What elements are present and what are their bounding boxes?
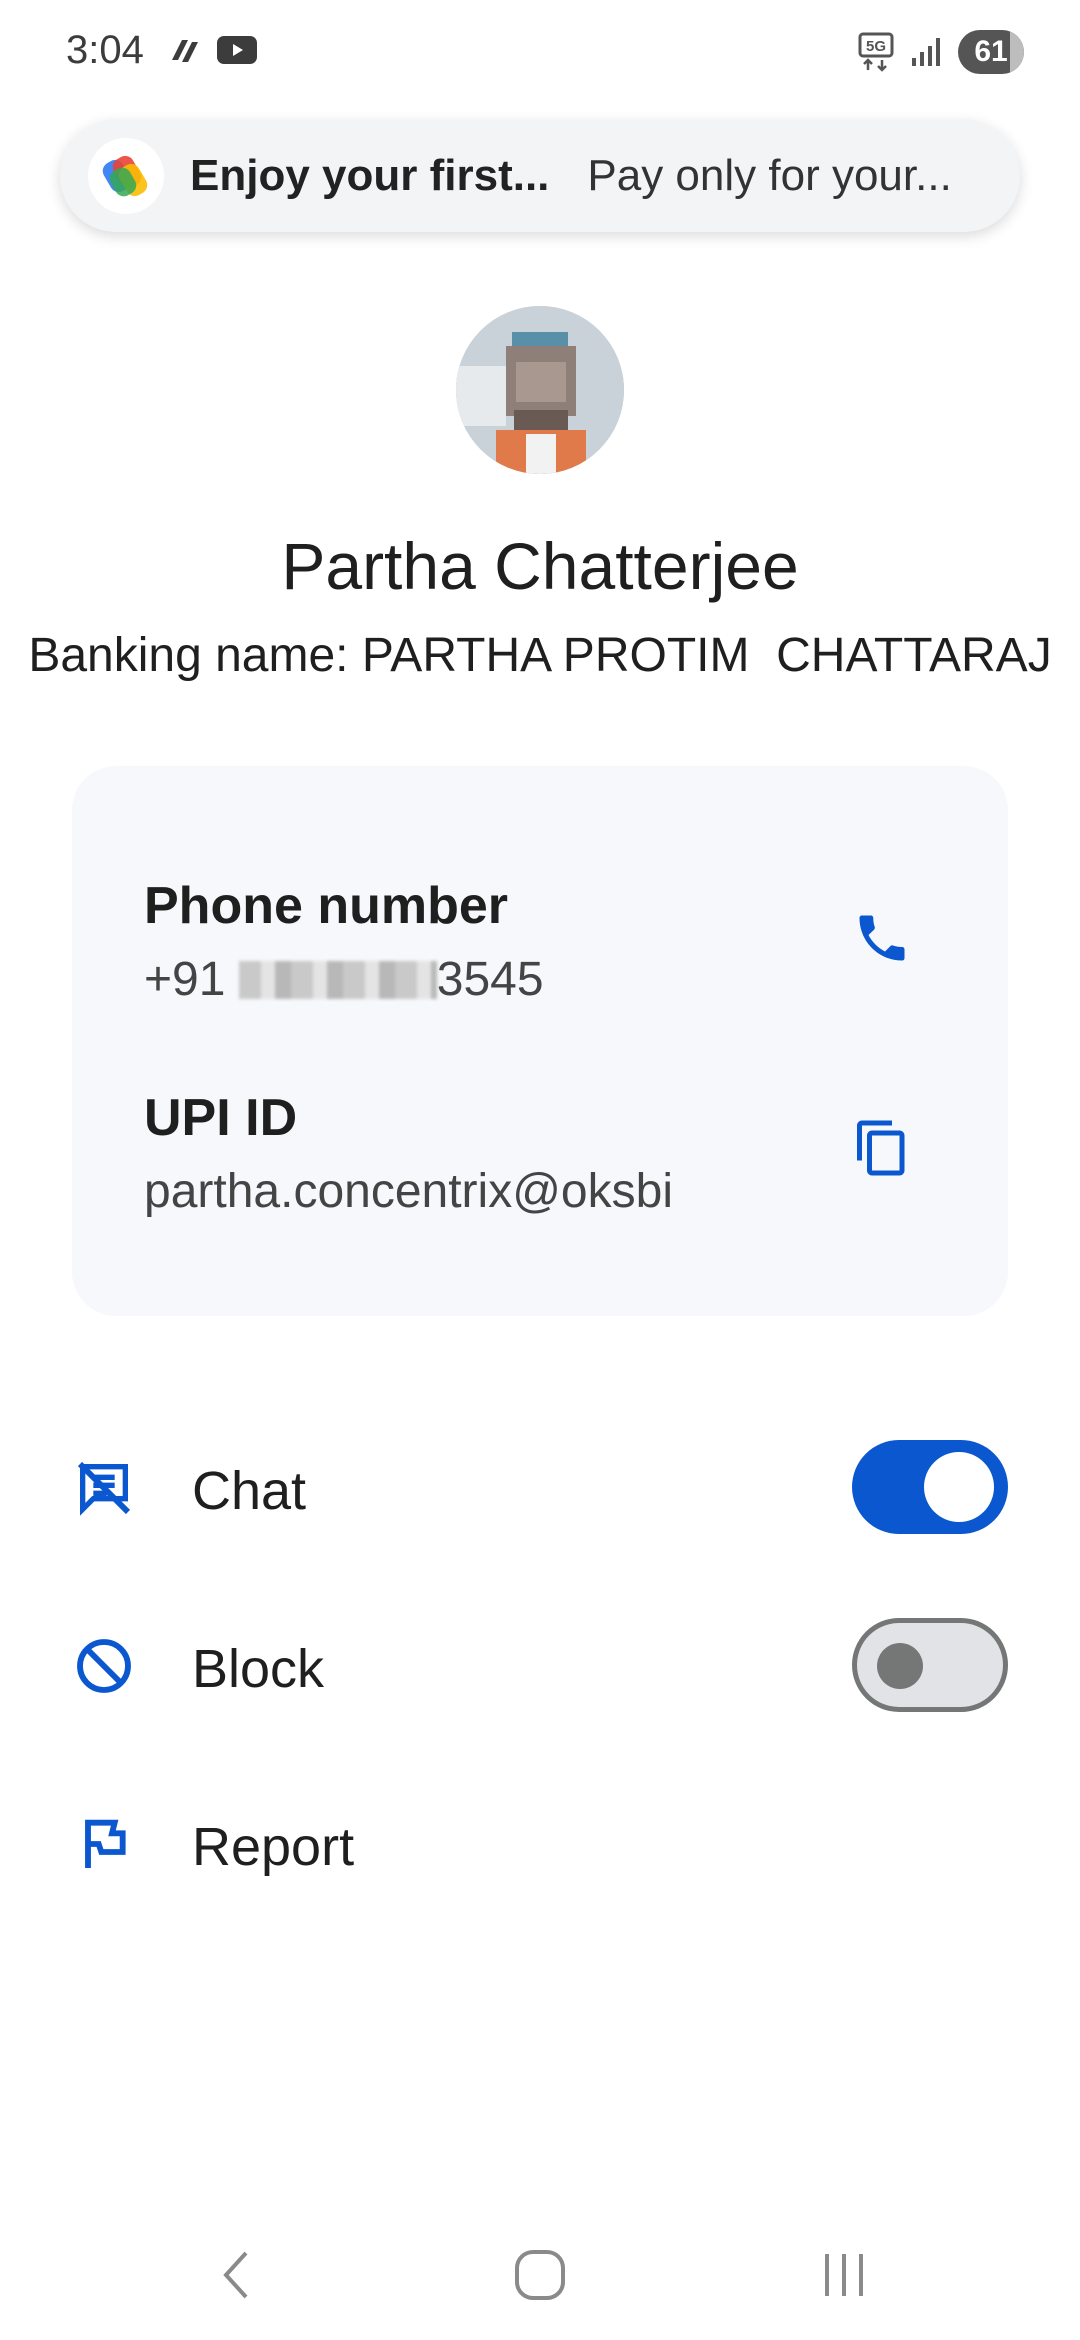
system-nav-bar [0,2200,1080,2340]
battery-icon: 61 [958,30,1024,74]
phone-redacted [238,961,437,999]
status-bar: 3:04 5G 61 [0,0,1080,110]
copy-upi-button[interactable] [844,1110,920,1186]
google-pay-logo [88,138,164,214]
back-icon [223,2251,248,2299]
promo-title: Enjoy your first... [190,151,550,200]
svg-text:5G: 5G [866,38,886,55]
chat-toggle[interactable] [852,1440,1008,1534]
youtube-icon [217,36,257,64]
status-notification-icons [168,34,258,68]
chat-off-icon [77,1461,131,1516]
network-5g-icon: 5G [858,32,894,72]
phone-icon [859,915,905,961]
infinity-app-icon [172,40,198,62]
promo-banner[interactable]: Enjoy your first... Pay only for your... [60,120,1020,232]
status-system-icons: 5G 61 [858,30,1024,74]
phone-prefix: +91 [144,953,239,1006]
block-toggle[interactable] [852,1618,1008,1712]
promo-subtitle: Pay only for your... [587,151,952,200]
contact-name: Partha Chatterjee [281,529,799,603]
recents-icon [825,2254,863,2296]
back-button[interactable] [196,2240,276,2310]
chat-label: Chat [192,1461,307,1521]
block-icon [77,1639,131,1693]
block-setting-row: Block [0,1596,1080,1736]
phone-value: +91 3545 [144,952,544,1007]
call-button[interactable] [844,900,920,976]
contact-details-card: Phone number +91 3545 UPI ID partha.conc… [72,766,1008,1316]
phone-title: Phone number [144,877,509,935]
banking-name: Banking name: PARTHA PROTIM CHATTARAJ [28,629,1052,682]
phone-suffix: 3545 [436,953,544,1006]
report-label: Report [192,1817,355,1877]
upi-title: UPI ID [144,1089,298,1147]
home-icon [515,2250,565,2300]
copy-icon [857,1120,905,1176]
chat-setting-row: Chat [0,1418,1080,1558]
flag-icon [85,1819,126,1868]
report-row[interactable]: Report [0,1774,1080,1914]
block-label: Block [192,1639,325,1699]
toggle-knob [877,1643,923,1689]
avatar [456,306,624,474]
battery-level: 61 [974,35,1008,68]
status-time: 3:04 [66,28,144,72]
signal-icon [912,38,940,66]
recents-button[interactable] [804,2240,884,2310]
toggle-knob [924,1452,994,1522]
upi-value: partha.concentrix@oksbi [144,1165,673,1218]
home-button[interactable] [500,2240,580,2310]
